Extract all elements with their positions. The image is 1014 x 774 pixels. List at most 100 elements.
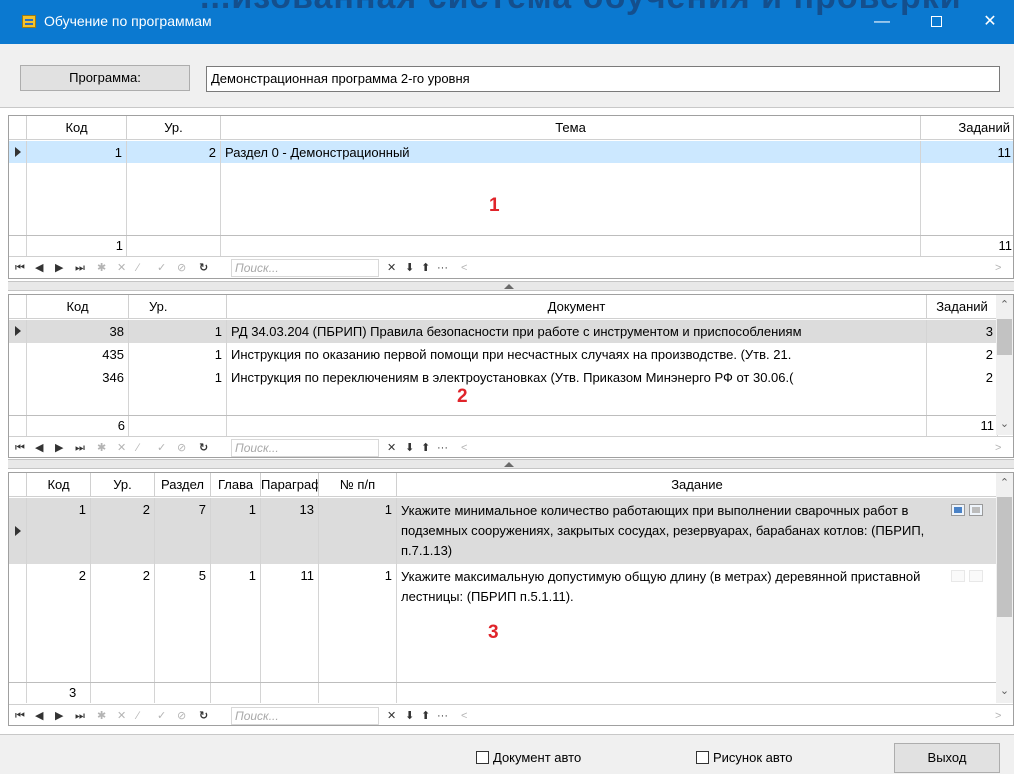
delete-record-icon[interactable]: ✕ — [117, 708, 126, 724]
cell-tasks: 2 — [927, 366, 998, 389]
edit-record-icon[interactable]: ∕ — [137, 260, 139, 276]
clear-search-icon[interactable]: ✕ — [387, 260, 396, 276]
tasks-vertical-scrollbar[interactable]: ⌃ ⌄ — [996, 473, 1013, 703]
documents-vertical-scrollbar[interactable]: ⌃ ⌄ — [996, 295, 1013, 435]
first-record-icon[interactable]: ⏮ — [15, 260, 25, 276]
exit-button[interactable]: Выход — [894, 743, 1000, 773]
scroll-right-icon[interactable]: > — [995, 440, 1001, 456]
col-header-code[interactable]: Код — [27, 116, 127, 140]
picture-view-icon[interactable] — [969, 504, 983, 516]
col-header-theme[interactable]: Тема — [221, 116, 921, 140]
table-row[interactable]: 435 1 Инструкция по оказанию первой помо… — [9, 343, 998, 366]
refresh-icon[interactable]: ↻ — [199, 708, 208, 724]
scroll-thumb[interactable] — [997, 497, 1012, 617]
cancel-edit-icon[interactable]: ⊘ — [177, 440, 186, 456]
cancel-edit-icon[interactable]: ⊘ — [177, 260, 186, 276]
search-input[interactable]: Поиск... — [231, 707, 379, 725]
minimize-button[interactable]: — — [860, 8, 904, 36]
table-row[interactable]: 1 2 Раздел 0 - Демонстрационный 11 — [9, 141, 1013, 163]
splitter-2[interactable] — [8, 459, 1014, 469]
more-options-icon[interactable]: ··· — [437, 260, 448, 276]
col-header-code[interactable]: Код — [27, 473, 91, 497]
edit-record-icon[interactable]: ∕ — [137, 440, 139, 456]
clear-search-icon[interactable]: ✕ — [387, 440, 396, 456]
scroll-up-icon[interactable]: ⌃ — [996, 475, 1013, 492]
table-row[interactable]: 1 2 7 1 13 1 Укажите минимальное количес… — [9, 498, 998, 564]
scroll-down-icon[interactable]: ⌄ — [996, 416, 1013, 433]
scroll-thumb[interactable] — [997, 319, 1012, 355]
col-header-level[interactable]: Ур. — [91, 473, 155, 497]
document-view-icon[interactable] — [951, 504, 965, 516]
refresh-icon[interactable]: ↻ — [199, 260, 208, 276]
col-header-number[interactable]: № п/п — [319, 473, 397, 497]
row-indicator — [9, 141, 27, 163]
splitter-1[interactable] — [8, 281, 1014, 291]
close-button[interactable]: ✕ — [968, 8, 1012, 36]
search-down-icon[interactable]: ⬇ — [405, 260, 414, 276]
insert-record-icon[interactable]: ✱ — [97, 440, 106, 456]
prior-record-icon[interactable]: ◀ — [35, 260, 43, 276]
more-options-icon[interactable]: ··· — [437, 440, 448, 456]
post-record-icon[interactable]: ✓ — [157, 260, 166, 276]
cell-level: 2 — [91, 498, 155, 564]
first-record-icon[interactable]: ⏮ — [15, 708, 25, 724]
last-record-icon[interactable]: ⏭ — [75, 260, 85, 276]
prior-record-icon[interactable]: ◀ — [35, 440, 43, 456]
document-auto-checkbox[interactable]: Документ авто — [476, 750, 581, 766]
table-row[interactable]: 2 2 5 1 11 1 Укажите максимальную допуст… — [9, 564, 998, 634]
picture-view-icon[interactable] — [969, 570, 983, 582]
scroll-down-icon[interactable]: ⌄ — [996, 683, 1013, 700]
next-record-icon[interactable]: ▶ — [55, 708, 63, 724]
col-header-level[interactable]: Ур. — [129, 295, 227, 319]
insert-record-icon[interactable]: ✱ — [97, 708, 106, 724]
delete-record-icon[interactable]: ✕ — [117, 260, 126, 276]
picture-auto-checkbox[interactable]: Рисунок авто — [696, 750, 793, 766]
last-record-icon[interactable]: ⏭ — [75, 708, 85, 724]
current-row-icon — [15, 147, 21, 157]
clear-search-icon[interactable]: ✕ — [387, 708, 396, 724]
program-field[interactable]: Демонстрационная программа 2-го уровня — [206, 66, 1000, 92]
table-row[interactable]: 38 1 РД 34.03.204 (ПБРИП) Правила безопа… — [9, 320, 998, 343]
post-record-icon[interactable]: ✓ — [157, 440, 166, 456]
col-header-task[interactable]: Задание — [397, 473, 998, 497]
search-input[interactable]: Поиск... — [231, 439, 379, 457]
next-record-icon[interactable]: ▶ — [55, 440, 63, 456]
scroll-right-icon[interactable]: > — [995, 260, 1001, 276]
scroll-left-icon[interactable]: < — [461, 260, 467, 276]
col-header-section[interactable]: Раздел — [155, 473, 211, 497]
scroll-up-icon[interactable]: ⌃ — [996, 297, 1013, 314]
insert-record-icon[interactable]: ✱ — [97, 260, 106, 276]
search-down-icon[interactable]: ⬇ — [405, 708, 414, 724]
delete-record-icon[interactable]: ✕ — [117, 440, 126, 456]
col-header-chapter[interactable]: Глава — [211, 473, 261, 497]
scroll-right-icon[interactable]: > — [995, 708, 1001, 724]
search-down-icon[interactable]: ⬇ — [405, 440, 414, 456]
footer-tasks-sum: 11 — [927, 416, 998, 436]
cancel-edit-icon[interactable]: ⊘ — [177, 708, 186, 724]
refresh-icon[interactable]: ↻ — [199, 440, 208, 456]
program-button[interactable]: Программа: — [20, 65, 190, 91]
next-record-icon[interactable]: ▶ — [55, 260, 63, 276]
splitter-grip-icon — [504, 462, 514, 467]
search-input[interactable]: Поиск... — [231, 259, 379, 277]
col-header-document[interactable]: Документ — [227, 295, 927, 319]
scroll-left-icon[interactable]: < — [461, 440, 467, 456]
maximize-button[interactable] — [914, 8, 958, 36]
more-options-icon[interactable]: ··· — [437, 708, 448, 724]
col-header-code[interactable]: Код — [27, 295, 129, 319]
scroll-left-icon[interactable]: < — [461, 708, 467, 724]
search-up-icon[interactable]: ⬆ — [421, 708, 430, 724]
last-record-icon[interactable]: ⏭ — [75, 440, 85, 456]
first-record-icon[interactable]: ⏮ — [15, 440, 25, 456]
search-up-icon[interactable]: ⬆ — [421, 440, 430, 456]
document-view-icon[interactable] — [951, 570, 965, 582]
col-header-level[interactable]: Ур. — [127, 116, 221, 140]
prior-record-icon[interactable]: ◀ — [35, 708, 43, 724]
col-header-paragraph[interactable]: Параграф — [261, 473, 319, 497]
search-up-icon[interactable]: ⬆ — [421, 260, 430, 276]
col-header-tasks[interactable]: Заданий — [921, 116, 1013, 140]
table-row[interactable]: 346 1 Инструкция по переключениям в элек… — [9, 366, 998, 389]
col-header-tasks[interactable]: Заданий — [927, 295, 998, 319]
post-record-icon[interactable]: ✓ — [157, 708, 166, 724]
edit-record-icon[interactable]: ∕ — [137, 708, 139, 724]
